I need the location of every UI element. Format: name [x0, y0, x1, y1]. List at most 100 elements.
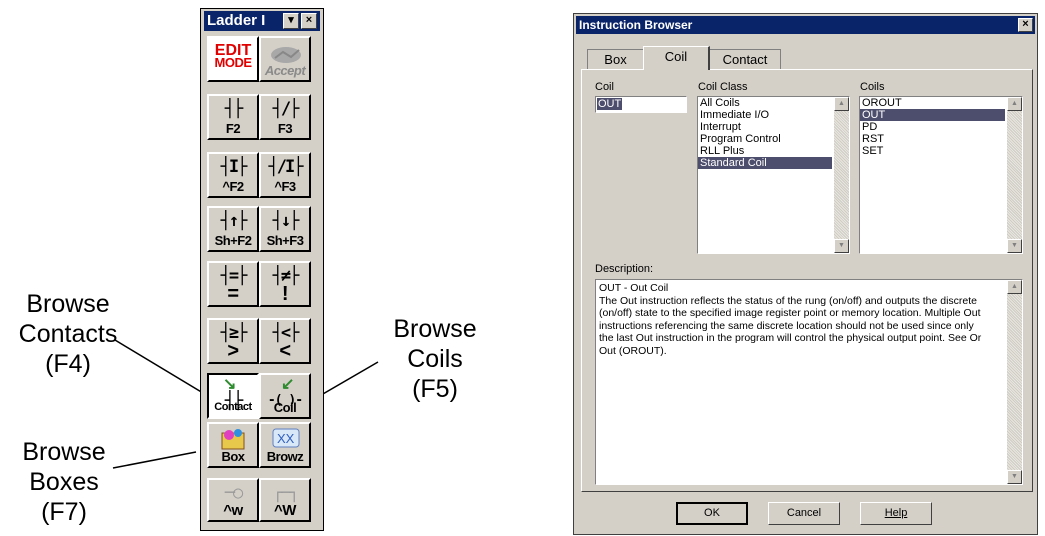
coils-list[interactable]: OROUT OUT PD RST SET ▲ ▼ [859, 96, 1023, 254]
coil-class-scrollbar[interactable]: ▲ ▼ [834, 97, 849, 253]
description-scrollbar[interactable]: ▲ ▼ [1007, 280, 1022, 484]
coil-input[interactable]: OUT [595, 96, 687, 113]
svg-text:XX: XX [277, 431, 295, 446]
callout-browse-boxes: Browse Boxes (F7) [10, 437, 118, 527]
less-than-compare-button[interactable]: ┤<├ < [259, 318, 311, 364]
browse-boxes-button[interactable]: Box [207, 422, 259, 468]
scroll-down-icon[interactable]: ▼ [834, 239, 849, 253]
callout-line: (F7) [41, 498, 87, 526]
ok-button[interactable]: OK [676, 502, 748, 525]
browz-button[interactable]: XX Browz [259, 422, 311, 468]
cancel-button[interactable]: Cancel [768, 502, 840, 525]
greater-equal-compare-button[interactable]: ┤≥├ > [207, 318, 259, 364]
equal-compare-button[interactable]: ┤=├ = [207, 261, 259, 307]
accept-button[interactable]: Accept [259, 36, 311, 82]
tab-box[interactable]: Box [587, 49, 644, 69]
key-label: ! [281, 283, 289, 305]
scroll-up-icon[interactable]: ▲ [1007, 280, 1022, 294]
palette-title: Ladder I [207, 12, 266, 29]
normally-open-contact-button[interactable]: ┤├ F2 [207, 94, 259, 140]
minimize-icon[interactable]: ▾ [283, 13, 299, 29]
wire-branch-icon: ┌─┐ [272, 483, 300, 503]
key-label: ^F3 [274, 179, 296, 194]
immediate-contact-icon: ┤I├ [220, 157, 248, 177]
list-item[interactable]: Program Control [698, 133, 849, 145]
coils-scrollbar[interactable]: ▲ ▼ [1007, 97, 1022, 253]
description-line: The Out instruction reflects the status … [599, 294, 978, 307]
key-label: F2 [225, 121, 241, 136]
browse-coils-button[interactable]: ↙ -( )- Coil [259, 373, 311, 419]
scroll-up-icon[interactable]: ▲ [1007, 97, 1022, 111]
callout-line: Browse [393, 315, 477, 343]
key-label: < [279, 340, 291, 362]
list-item[interactable]: RST [860, 133, 1022, 145]
close-icon[interactable]: × [301, 13, 317, 29]
coil-label: Coil [595, 81, 614, 93]
callout-line: Browse [26, 290, 110, 318]
description-title: OUT - Out Coil [599, 282, 669, 294]
list-item[interactable]: Interrupt [698, 121, 849, 133]
callout-line: Boxes [29, 468, 99, 496]
callout-browse-contacts: Browse Contacts (F4) [2, 289, 134, 379]
scroll-down-icon[interactable]: ▼ [1007, 239, 1022, 253]
normally-closed-contact-button[interactable]: ┤/├ F3 [259, 94, 311, 140]
coils-label: Coils [860, 81, 885, 93]
list-item[interactable]: RLL Plus [698, 145, 849, 157]
list-item[interactable]: OROUT [860, 97, 1022, 109]
list-item[interactable]: SET [860, 145, 1022, 157]
green-arrow-icon: ↙ [281, 376, 295, 393]
key-label: ^w [223, 502, 243, 519]
mode-label: MODE [214, 55, 253, 70]
immediate-not-contact-icon: ┤/I├ [268, 157, 304, 177]
key-label: ^F2 [222, 179, 244, 194]
description-box[interactable]: OUT - Out Coil The Out instruction refle… [595, 279, 1023, 485]
tab-coil[interactable]: Coil [643, 46, 710, 70]
scroll-down-icon[interactable]: ▼ [1007, 470, 1022, 484]
browse-instructions-icon: XX [272, 428, 300, 448]
positive-edge-contact-button[interactable]: ┤↑├ Sh+F2 [207, 206, 259, 252]
list-item[interactable]: Immediate I/O [698, 109, 849, 121]
dialog-title-bar: Instruction Browser × [576, 16, 1035, 34]
accept-label: Accept [264, 63, 306, 78]
description-line: Out (OROUT). [599, 344, 667, 357]
tab-contact[interactable]: Contact [709, 49, 781, 69]
edit-mode-button[interactable]: EDIT MODE [207, 36, 259, 82]
immediate-contact-button[interactable]: ┤I├ ^F2 [207, 152, 259, 198]
scroll-up-icon[interactable]: ▲ [834, 97, 849, 111]
list-item[interactable]: All Coils [698, 97, 849, 109]
box-icon [221, 429, 245, 450]
callout-line: Browse [22, 438, 106, 466]
falling-edge-icon: ┤↓├ [272, 211, 300, 231]
leader-coils [315, 361, 379, 399]
wire-icon: ─○ [224, 483, 243, 503]
negative-edge-contact-button[interactable]: ┤↓├ Sh+F3 [259, 206, 311, 252]
coil-input-value: OUT [597, 98, 623, 110]
callout-browse-coils: Browse Coils (F5) [375, 314, 495, 404]
palette-title-bar: Ladder I ▾ × [204, 11, 320, 31]
immediate-not-contact-button[interactable]: ┤/I├ ^F3 [259, 152, 311, 198]
coil-label: Coil [273, 400, 297, 415]
wire-branch-tool-button[interactable]: ┌─┐ ^W [259, 478, 311, 522]
description-line: (on/off) state to the specified image re… [599, 307, 981, 319]
description-label: Description: [595, 263, 654, 275]
close-icon[interactable]: × [1018, 18, 1033, 32]
key-label: ^W [274, 502, 296, 519]
not-equal-compare-button[interactable]: ┤≠├ ! [259, 261, 311, 307]
callout-line: Contacts [18, 320, 118, 348]
coil-class-list[interactable]: All Coils Immediate I/O Interrupt Progra… [697, 96, 850, 254]
help-button[interactable]: Help [860, 502, 932, 525]
list-item[interactable]: PD [860, 121, 1022, 133]
wire-tool-button[interactable]: ─○ ^w [207, 478, 259, 522]
dialog-title: Instruction Browser [579, 18, 693, 32]
browse-contacts-button[interactable]: ↘ ┤├ Contact [207, 373, 259, 419]
box-label: Box [221, 449, 245, 464]
list-item-selected[interactable]: Standard Coil [698, 157, 832, 169]
key-label: = [227, 283, 239, 305]
key-label: F3 [277, 121, 293, 136]
list-item-selected[interactable]: OUT [860, 109, 1005, 121]
callout-line: Coils [407, 345, 463, 373]
callout-line: (F5) [412, 375, 458, 403]
rising-edge-icon: ┤↑├ [220, 211, 248, 231]
coil-class-label: Coil Class [698, 81, 748, 93]
callout-line: (F4) [45, 350, 91, 378]
